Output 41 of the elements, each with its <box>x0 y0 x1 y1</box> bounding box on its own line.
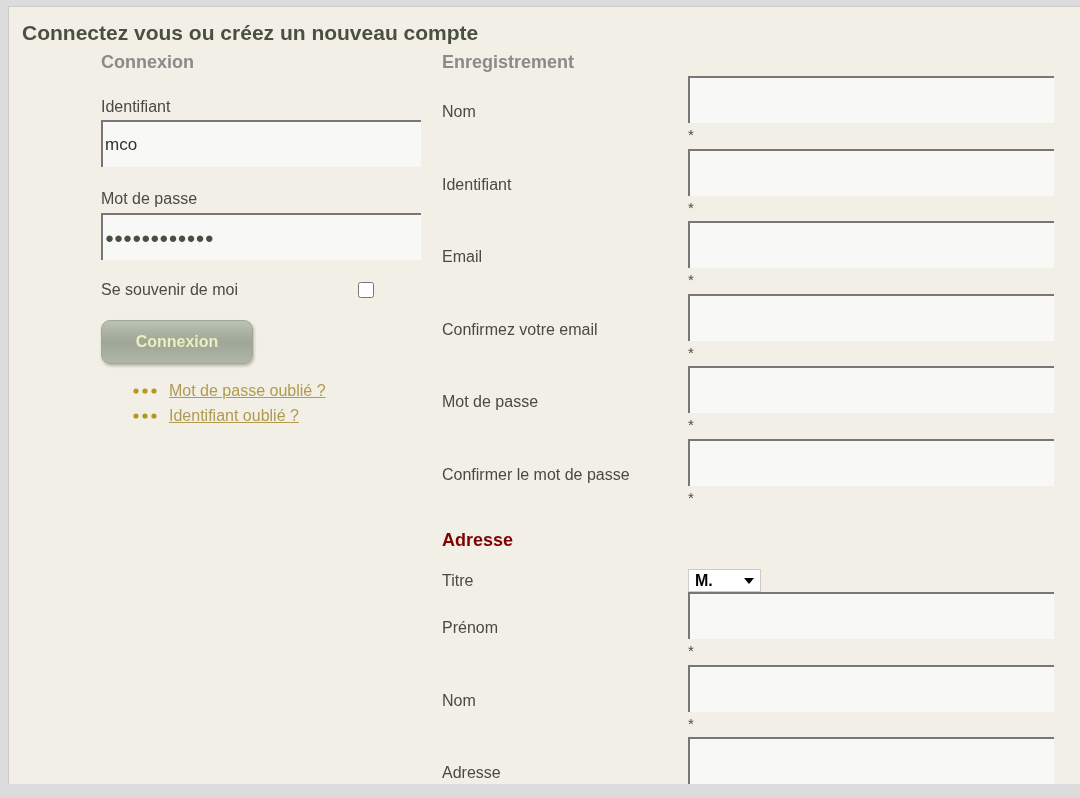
text-field[interactable] <box>688 366 1054 413</box>
text-field[interactable] <box>688 293 1054 341</box>
field-label: Nom <box>442 102 476 123</box>
text-field[interactable] <box>688 664 1054 712</box>
field-label: Adresse <box>442 763 501 784</box>
required-mark: * <box>688 125 694 145</box>
required-mark: * <box>688 342 694 363</box>
field-label: Mot de passe <box>442 392 539 413</box>
text-field[interactable] <box>688 76 1054 123</box>
remember-checkbox[interactable] <box>358 282 374 298</box>
text-field[interactable] <box>688 592 1054 639</box>
field-label: Identifiant <box>442 174 512 195</box>
required-mark: * <box>688 270 694 290</box>
section-heading: Connexion <box>101 51 194 73</box>
field-label: Prénom <box>442 618 499 639</box>
required-mark: * <box>688 197 694 218</box>
text-field[interactable] <box>688 148 1054 196</box>
section-heading: Enregistrement <box>442 51 575 73</box>
required-mark: * <box>688 641 694 661</box>
password-field[interactable]: ●●●●●●●●●●●● <box>101 213 421 260</box>
remember-label: Se souvenir de moi <box>101 280 239 300</box>
text-field[interactable] <box>688 438 1054 486</box>
field-label: Mot de passe <box>101 189 198 209</box>
caret-icon <box>744 577 754 584</box>
required-mark: * <box>688 713 694 734</box>
title-select[interactable]: M. <box>688 569 761 592</box>
bullet-dots-icon <box>133 412 157 419</box>
field-label: Titre <box>442 570 474 591</box>
field-label: Nom <box>442 690 476 711</box>
page-title: Connectez vous ou créez un nouveau compte <box>22 20 479 46</box>
required-mark: * <box>688 487 694 508</box>
field-label: Confirmer le mot de passe <box>442 464 630 485</box>
required-mark: * <box>688 415 694 435</box>
field-label: Confirmez votre email <box>442 319 598 340</box>
text-field[interactable] <box>688 221 1054 268</box>
username-field[interactable]: mco <box>101 120 421 167</box>
bullet-dots-icon <box>133 387 157 394</box>
text-field[interactable] <box>688 737 1054 784</box>
field-label: Identifiant <box>101 97 171 117</box>
section-heading: Adresse <box>442 529 514 551</box>
field-label: Email <box>442 247 482 268</box>
